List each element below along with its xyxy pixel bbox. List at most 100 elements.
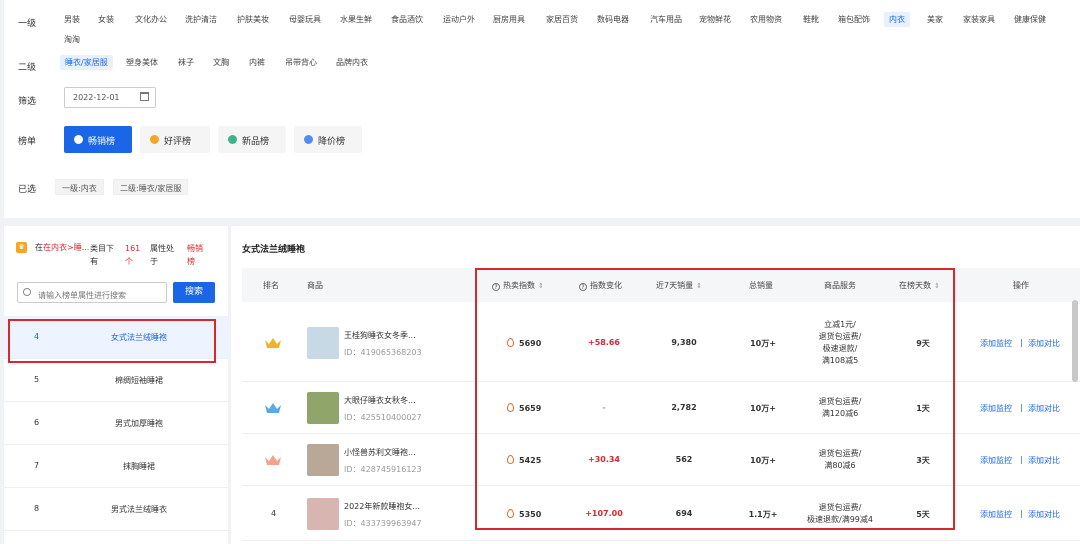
list-item[interactable]: 6 男式加厚睡袍 — [4, 402, 228, 445]
hint-part1: 在在内衣>睡... — [35, 243, 90, 252]
product-thumbnail[interactable] — [307, 326, 339, 359]
level1-category-item[interactable]: 文化办公 — [135, 14, 167, 25]
add-compare-link[interactable]: 添加对比 — [1028, 338, 1060, 349]
add-monitor-link[interactable]: 添加监控 — [980, 509, 1012, 520]
tab-new-product-label: 新品榜 — [242, 137, 270, 147]
list-item-title: 男式法兰绒睡衣 — [111, 505, 167, 514]
level2-category-item[interactable]: 内裤 — [249, 57, 265, 68]
highlight-box-metrics — [475, 268, 955, 530]
calendar-icon — [140, 92, 149, 101]
date-picker[interactable]: 2022-12-01 — [64, 87, 156, 108]
list-item-number: 8 — [34, 504, 40, 513]
tab-bestseller[interactable]: 畅销榜 — [64, 126, 132, 153]
level2-category-item[interactable]: 塑身美体 — [126, 57, 158, 68]
level1-category-item[interactable]: 农用物资 — [750, 14, 782, 25]
search-icon — [23, 288, 31, 296]
level2-category-item[interactable]: 品牌内衣 — [336, 57, 368, 68]
product-id: ID：433739963947 — [344, 518, 422, 528]
product-id: ID：425510400027 — [344, 413, 422, 422]
level1-category-item[interactable]: 箱包配饰 — [838, 14, 870, 25]
good-review-icon — [150, 135, 159, 144]
tab-good-review-label: 好评榜 — [164, 137, 192, 147]
hint-part3: 属性处于 — [150, 244, 174, 266]
tab-price-drop-label: 降价榜 — [318, 137, 346, 147]
crown-icon — [264, 402, 282, 414]
level1-category-item[interactable]: 家居百货 — [546, 14, 578, 25]
level1-category-item[interactable]: 汽车用品 — [650, 14, 682, 25]
product-name[interactable]: 小怪兽苏利文睡袍... — [344, 447, 416, 458]
list-item-number: 6 — [34, 418, 40, 427]
list-item[interactable]: 7 抹胸睡裙 — [4, 445, 228, 488]
level1-category-item[interactable]: 数码电器 — [597, 14, 629, 25]
list-item-title: 棉绸短袖睡裙 — [115, 376, 163, 385]
level1-category-item[interactable]: 鞋靴 — [803, 14, 819, 25]
new-product-icon — [228, 135, 237, 144]
level1-category-item[interactable]: 健康保健 — [1014, 14, 1046, 25]
crown-icon — [264, 337, 282, 349]
add-compare-link[interactable]: 添加对比 — [1028, 403, 1060, 414]
op-separator: | — [1020, 337, 1023, 347]
col-rank: 排名 — [263, 281, 279, 290]
product-name[interactable]: 2022年新款睡袍女... — [344, 501, 420, 512]
level1-category-item[interactable]: 美家 — [927, 14, 943, 25]
level2-label: 二级 — [18, 63, 37, 73]
level2-category-item[interactable]: 袜子 — [178, 57, 194, 68]
level1-category-item[interactable]: 内衣 — [884, 12, 910, 27]
bestseller-icon — [74, 135, 83, 144]
level1-category-item[interactable]: 男装 — [64, 14, 80, 25]
list-item[interactable]: 5 棉绸短袖睡裙 — [4, 359, 228, 402]
tab-price-drop[interactable]: 降价榜 — [294, 126, 362, 153]
op-separator: | — [1020, 403, 1023, 412]
col-ops: 操作 — [1013, 281, 1029, 290]
product-thumbnail[interactable] — [307, 392, 339, 424]
level2-category-item[interactable]: 吊带背心 — [285, 57, 317, 68]
page-title: 女式法兰绒睡袍 — [242, 245, 306, 255]
selected-tag-level1[interactable]: 一级:内衣 — [55, 179, 104, 195]
level1-category-item[interactable]: 女装 — [98, 14, 114, 25]
scrollbar[interactable] — [1072, 300, 1078, 382]
level2-category-item[interactable]: 文胸 — [213, 57, 229, 68]
level1-category-item[interactable]: 护肤美妆 — [237, 14, 269, 25]
price-drop-icon — [304, 135, 313, 144]
level1-category-item[interactable]: 厨房用具 — [493, 14, 525, 25]
hint-part2: 类目下有 — [90, 244, 114, 266]
list-item-title: 男式加厚睡袍 — [115, 419, 163, 428]
level1-category-item[interactable]: 淘淘 — [64, 34, 80, 45]
search-button[interactable]: 搜索 — [173, 282, 215, 303]
add-compare-link[interactable]: 添加对比 — [1028, 455, 1060, 466]
product-name[interactable]: 王桂狗睡衣女冬季... — [344, 330, 416, 341]
date-value: 2022-12-01 — [73, 93, 120, 102]
product-name[interactable]: 大眼仔睡衣女秋冬... — [344, 395, 416, 406]
selected-label: 已选 — [18, 185, 37, 195]
level1-category-item[interactable]: 运动户外 — [443, 14, 475, 25]
product-id: ID：428745916123 — [344, 465, 422, 474]
screen-label: 筛选 — [18, 97, 37, 107]
product-thumbnail[interactable] — [307, 444, 339, 476]
level1-category-item[interactable]: 食品酒饮 — [391, 14, 423, 25]
ranking-label: 榜单 — [18, 137, 37, 147]
op-separator: | — [1020, 455, 1023, 464]
op-separator: | — [1020, 508, 1023, 518]
tab-new-product[interactable]: 新品榜 — [218, 126, 286, 153]
hint-count: 161个 — [125, 244, 141, 266]
product-thumbnail[interactable] — [307, 497, 339, 530]
highlight-box-list-item — [8, 319, 216, 363]
level1-category-item[interactable]: 母婴玩具 — [289, 14, 321, 25]
level1-category-item[interactable]: 洗护清洁 — [185, 14, 217, 25]
add-monitor-link[interactable]: 添加监控 — [980, 403, 1012, 414]
level1-category-item[interactable]: 家装家具 — [963, 14, 995, 25]
add-compare-link[interactable]: 添加对比 — [1028, 509, 1060, 520]
selected-tag-level2[interactable]: 二级:睡衣/家居服 — [113, 179, 189, 195]
level2-category-item[interactable]: 睡衣/家居服 — [60, 55, 113, 70]
add-monitor-link[interactable]: 添加监控 — [980, 338, 1012, 349]
attribute-search-input[interactable] — [17, 282, 167, 303]
list-item[interactable]: 8 男式法兰绒睡衣 — [4, 488, 228, 531]
tab-good-review[interactable]: 好评榜 — [140, 126, 210, 153]
level1-category-item[interactable]: 水果生鲜 — [340, 14, 372, 25]
list-item-number: 7 — [34, 461, 40, 470]
crown-icon — [264, 454, 282, 466]
tab-bestseller-label: 畅销榜 — [88, 137, 116, 147]
hint-ranking: 畅销榜 — [187, 244, 203, 266]
level1-category-item[interactable]: 宠物鲜花 — [699, 14, 731, 25]
add-monitor-link[interactable]: 添加监控 — [980, 455, 1012, 466]
